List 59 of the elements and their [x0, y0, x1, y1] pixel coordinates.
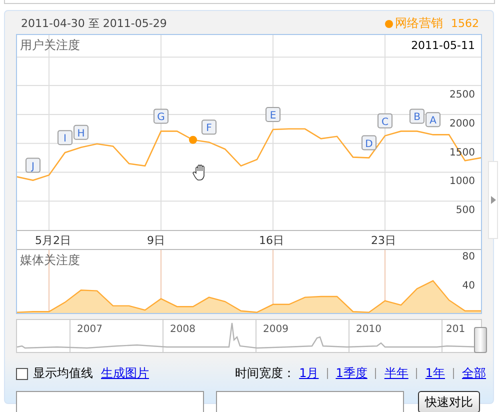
annotation: B	[414, 112, 421, 124]
time-span-link[interactable]: 1季度	[336, 365, 368, 382]
year-label: 2007	[77, 324, 102, 335]
keyword-input[interactable]	[216, 391, 404, 412]
time-span-label: 时间宽度：	[235, 365, 296, 382]
compare-button[interactable]: 快速对比	[418, 391, 480, 412]
checkbox-label: 显示均值线	[33, 365, 93, 382]
y-axis-label: 40	[462, 280, 475, 292]
event-marker[interactable]: J	[26, 158, 40, 173]
x-axis-label: 5月2日	[35, 233, 71, 248]
side-tab[interactable]	[488, 161, 498, 239]
timeline-overview[interactable]: 2007 2008 2009 2010 201	[16, 319, 482, 353]
chart-title: 用户关注度	[20, 37, 80, 54]
y-axis-label: 1000	[450, 176, 475, 188]
annotation: J	[30, 161, 34, 172]
annotation: D	[365, 138, 374, 150]
annotation: G	[157, 112, 165, 124]
event-marker[interactable]: E	[266, 106, 280, 122]
generate-image-link[interactable]: 生成图片	[101, 365, 149, 382]
hover-date: 2011-05-11	[411, 39, 475, 52]
event-marker[interactable]: D	[362, 135, 376, 150]
checkbox[interactable]	[16, 368, 28, 380]
event-marker[interactable]: F	[202, 120, 216, 135]
annotation: A	[430, 116, 437, 127]
time-span-link[interactable]: 1月	[299, 365, 319, 382]
time-span-link[interactable]: 1年	[425, 365, 445, 382]
x-axis-label: 23日	[371, 233, 396, 248]
annotation: H	[77, 128, 85, 140]
hover-point	[189, 136, 197, 144]
annotation: F	[206, 123, 212, 134]
event-marker[interactable]: G	[154, 108, 168, 124]
event-marker[interactable]: B	[410, 108, 424, 124]
year-label: 201	[446, 324, 466, 335]
time-span-link[interactable]: 半年	[384, 365, 408, 382]
annotation: I	[64, 134, 66, 145]
event-marker[interactable]: H	[74, 124, 88, 140]
event-marker[interactable]: C	[378, 113, 392, 128]
x-axis-label: 16日	[259, 233, 284, 248]
x-axis-label: 9日	[147, 233, 165, 248]
chart-title: 媒体关注度	[20, 252, 80, 269]
year-label: 2008	[170, 324, 196, 335]
year-label: 2010	[356, 324, 382, 335]
event-marker[interactable]: A	[426, 112, 440, 128]
keyword-input[interactable]	[16, 391, 204, 412]
date-range: 2011-04-30 至 2011-05-29	[21, 16, 167, 31]
range-handle[interactable]	[474, 327, 487, 353]
annotation: C	[382, 116, 389, 128]
year-label: 2009	[263, 324, 288, 335]
time-span-link[interactable]: 全部	[462, 365, 486, 382]
event-marker[interactable]: I	[58, 130, 72, 146]
legend-value: 1562	[451, 17, 479, 30]
hand-cursor-icon	[192, 164, 204, 180]
y-axis-label: 2500	[450, 90, 475, 101]
annotation: E	[270, 110, 276, 122]
y-axis-label: 80	[462, 252, 475, 263]
expand-arrow-icon	[490, 196, 496, 204]
y-axis-label: 500	[456, 205, 475, 216]
y-axis-label: 2000	[450, 118, 475, 130]
legend-label: 网络营销	[395, 15, 443, 32]
